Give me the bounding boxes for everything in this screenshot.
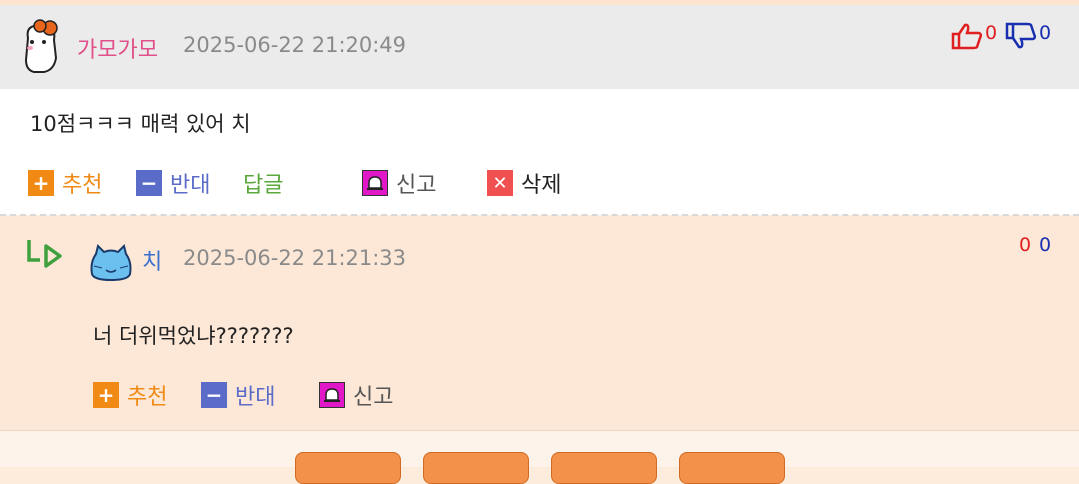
reply-timestamp: 2025-06-22 21:21:33 — [183, 246, 407, 270]
pager-area — [0, 430, 1079, 467]
plus-icon: + — [28, 170, 54, 196]
pager-button-4[interactable] — [679, 452, 785, 484]
comment-text: 10점ㅋㅋㅋ 매력 있어 치 — [30, 112, 251, 136]
comment-header — [0, 5, 1079, 89]
comment-report-button[interactable]: 신고 — [362, 167, 436, 199]
comment-timestamp: 2025-06-22 21:20:49 — [183, 33, 407, 57]
siren-icon — [319, 382, 345, 408]
comment-delete-button[interactable]: ✕ 삭제 — [487, 167, 561, 199]
comment-recommend-label: 추천 — [62, 173, 103, 198]
reply-report-button[interactable]: 신고 — [319, 379, 393, 411]
comment-like-count: 0 — [985, 22, 998, 44]
reply-report-label: 신고 — [353, 385, 394, 410]
reply-recommend-button[interactable]: + 추천 — [93, 379, 167, 411]
comment-reply-label: 답글 — [243, 173, 284, 198]
reply-oppose-label: 반대 — [235, 385, 276, 410]
reply-nickname[interactable]: 치 — [142, 244, 162, 276]
thumbs-down-icon[interactable] — [1005, 22, 1037, 50]
blue-cat-avatar[interactable] — [88, 244, 134, 282]
comment-oppose-button[interactable]: − 반대 — [136, 167, 210, 199]
x-icon: ✕ — [487, 170, 513, 196]
comment-reply-button[interactable]: R 답글 — [243, 167, 284, 409]
minus-icon: − — [136, 170, 162, 196]
reply-like-count[interactable]: 0 — [1019, 234, 1031, 256]
thumbs-up-icon[interactable] — [951, 22, 983, 50]
comment-oppose-label: 반대 — [170, 173, 211, 198]
reply-dislike-count[interactable]: 0 — [1039, 234, 1051, 256]
reply-oppose-button[interactable]: − 반대 — [201, 379, 275, 411]
comment-dislike-count: 0 — [1039, 22, 1052, 44]
pager-button-2[interactable] — [423, 452, 529, 484]
comment-report-label: 신고 — [396, 173, 437, 198]
comment-delete-label: 삭제 — [521, 173, 562, 198]
reply-text: 너 더위먹었냐??????? — [93, 324, 294, 348]
plus-icon: + — [93, 382, 119, 408]
hamster-avatar[interactable] — [20, 18, 62, 74]
comment-recommend-button[interactable]: + 추천 — [28, 167, 102, 199]
pager-button-3[interactable] — [551, 452, 657, 484]
siren-icon — [362, 170, 388, 196]
reply-arrow-icon — [27, 240, 62, 268]
reply-recommend-label: 추천 — [127, 385, 168, 410]
comment-nickname[interactable]: 가모가모 — [77, 32, 158, 64]
pager-button-1[interactable] — [295, 452, 401, 484]
minus-icon: − — [201, 382, 227, 408]
